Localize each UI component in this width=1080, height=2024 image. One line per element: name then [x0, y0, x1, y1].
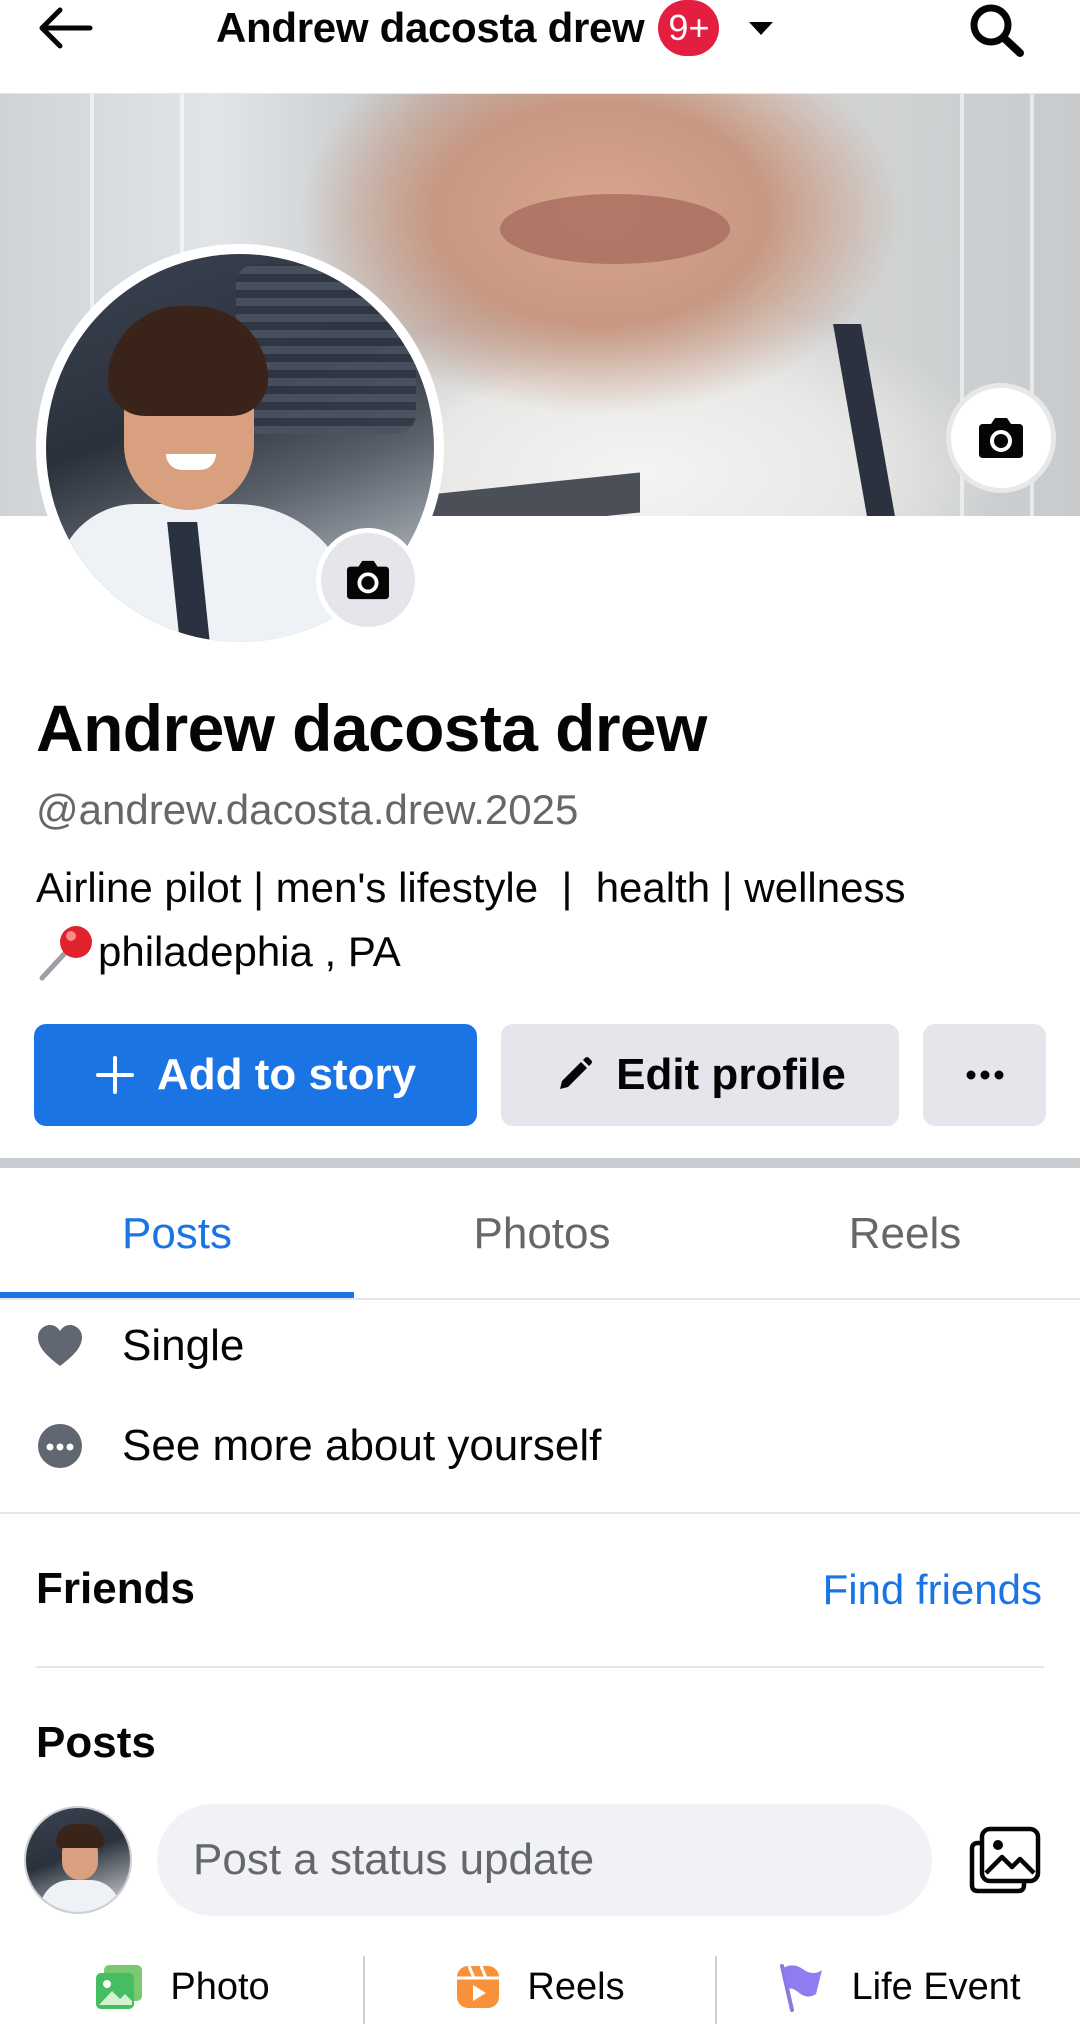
edit-profile-label: Edit profile [616, 1050, 846, 1099]
avatar-detail [40, 1880, 120, 1912]
relationship-label: Single [122, 1321, 245, 1370]
pencil-icon [560, 1057, 593, 1089]
camera-icon [347, 560, 389, 600]
divider [36, 1666, 1044, 1668]
profile-username: @andrew.dacosta.drew.2025 [36, 786, 579, 833]
tab-reels[interactable]: Reels [730, 1168, 1080, 1300]
add-to-story-button[interactable]: Add to story [34, 1024, 477, 1126]
find-friends-link[interactable]: Find friends [823, 1566, 1042, 1614]
cover-photo-detail [420, 472, 640, 516]
cover-photo-detail [500, 194, 730, 264]
edit-cover-photo-button[interactable] [946, 383, 1056, 493]
life-event-button[interactable]: Life Event [716, 1950, 1080, 2024]
photo-icon [96, 1965, 143, 2009]
photo-label: Photo [170, 1965, 270, 2008]
composer-actions: Photo Reels Life Event [0, 1950, 1080, 2024]
posts-heading: Posts [36, 1718, 156, 1767]
more-circle-icon [38, 1424, 82, 1468]
status-update-input[interactable] [157, 1804, 932, 1916]
top-app-bar: Andrew dacosta drew 9+ [0, 0, 1080, 94]
more-options-button[interactable] [923, 1024, 1046, 1126]
back-button[interactable] [36, 0, 100, 56]
search-icon [970, 4, 1024, 57]
reels-button[interactable]: Reels [364, 1950, 716, 2024]
reels-icon [457, 1965, 500, 2008]
heart-icon [38, 1325, 82, 1366]
flag-icon [779, 1964, 822, 2012]
bio-location-line: philadephia , PA [36, 920, 905, 984]
gallery-icon [969, 1826, 1041, 1894]
bio-location: philadephia , PA [98, 928, 401, 975]
see-more-about-you[interactable]: See more about yourself [36, 1416, 601, 1476]
page-title: Andrew dacosta drew [216, 4, 645, 51]
profile-switcher[interactable]: Andrew dacosta drew 9+ [216, 0, 774, 56]
relationship-status: Single [36, 1316, 244, 1376]
profile-tabs: Posts Photos Reels [0, 1168, 1080, 1300]
profile-bio: Airline pilot | men's lifestyle | health… [36, 856, 905, 984]
chevron-down-icon [749, 21, 774, 35]
profile-name: Andrew dacosta drew [36, 691, 707, 765]
edit-profile-button[interactable]: Edit profile [501, 1024, 899, 1126]
life-event-label: Life Event [851, 1965, 1021, 2008]
tab-photos[interactable]: Photos [354, 1168, 730, 1300]
back-arrow-icon [39, 7, 93, 49]
more-horizontal-icon [966, 1070, 1003, 1080]
plus-icon [95, 1056, 134, 1094]
friends-heading: Friends [36, 1564, 195, 1613]
avatar-detail [56, 1824, 104, 1848]
reels-label: Reels [527, 1965, 625, 2008]
active-tab-indicator [0, 1292, 354, 1298]
cover-photo-detail [833, 324, 895, 516]
section-divider [0, 1158, 1080, 1168]
camera-icon [979, 418, 1023, 458]
search-button[interactable] [962, 0, 1032, 60]
pushpin-icon [39, 926, 92, 981]
add-to-story-label: Add to story [156, 1050, 417, 1099]
divider [0, 1512, 1080, 1514]
see-more-label: See more about yourself [122, 1421, 602, 1470]
notification-badge: 9+ [658, 0, 720, 56]
tab-posts[interactable]: Posts [0, 1168, 354, 1300]
photo-button[interactable]: Photo [0, 1950, 364, 2024]
edit-profile-picture-button[interactable] [316, 528, 420, 632]
bio-line: Airline pilot | men's lifestyle | health… [36, 864, 906, 911]
avatar-detail [236, 264, 416, 434]
add-photo-button[interactable] [964, 1820, 1046, 1900]
composer-avatar[interactable] [24, 1806, 132, 1914]
